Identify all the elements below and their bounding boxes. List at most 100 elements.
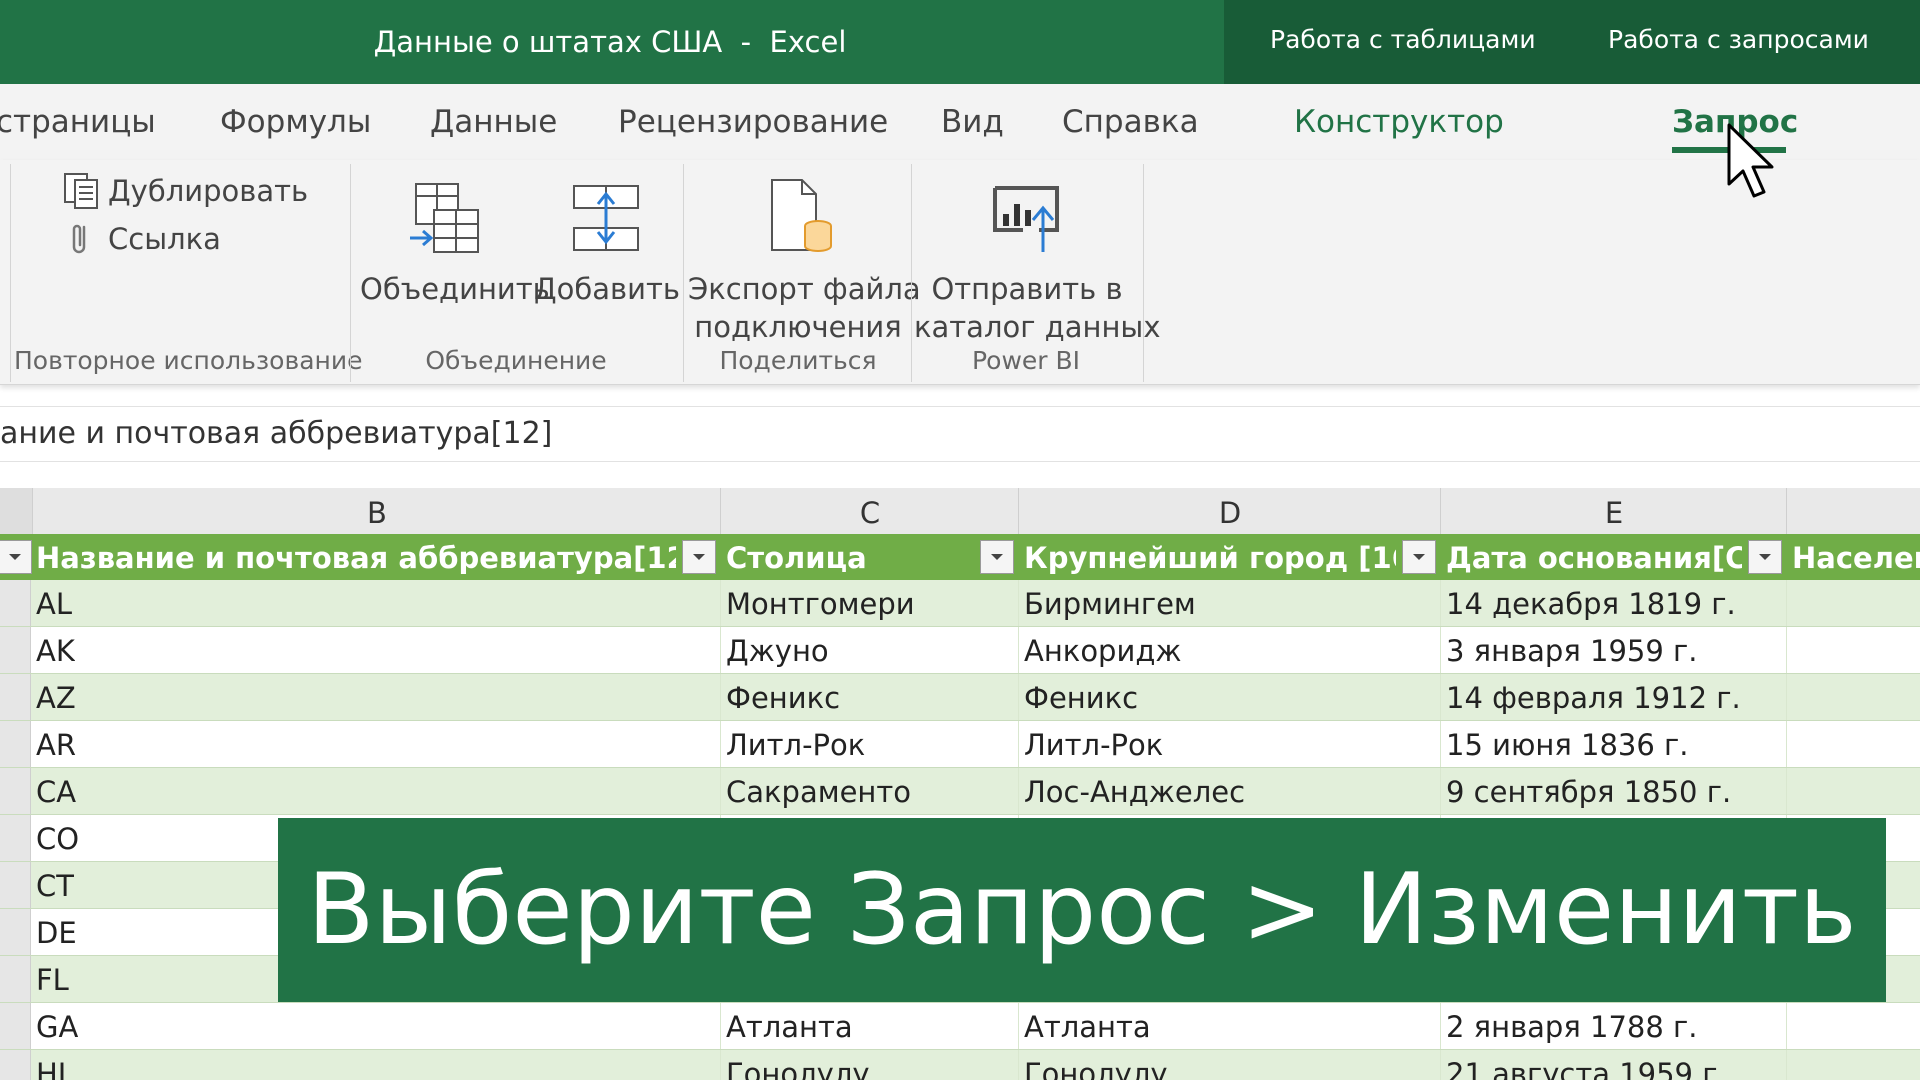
cell-largest-city[interactable]: Анкоридж (1024, 627, 1182, 673)
cell-largest-city[interactable]: Гонолулу (1024, 1050, 1168, 1080)
chevron-down-icon (691, 552, 707, 562)
cell-largest-city[interactable]: Атланта (1024, 1003, 1151, 1049)
reference-button[interactable]: Ссылка (62, 218, 221, 260)
tab-view[interactable]: Вид (941, 84, 1004, 160)
column-header-f[interactable] (1786, 488, 1920, 534)
group-separator (1143, 164, 1144, 382)
column-gridline (1018, 721, 1019, 767)
cell-capital[interactable]: Феникс (726, 674, 840, 720)
column-gridline (1440, 768, 1441, 814)
cell-founded[interactable]: 9 сентября 1850 г. (1446, 768, 1731, 814)
row-number-cell[interactable] (0, 815, 31, 861)
row-number-cell[interactable] (0, 674, 31, 720)
table-header-population: Населен (1792, 541, 1920, 575)
table-row: AL Монтгомери Бирмингем 14 декабря 1819 г. (0, 580, 1920, 627)
column-header-e[interactable]: E (1440, 488, 1787, 534)
cell-founded[interactable]: 15 июня 1836 г. (1446, 721, 1688, 767)
merge-label: Объединить (360, 272, 550, 306)
formula-bar[interactable]: ание и почтовая аббревиатура[12] (0, 406, 1920, 462)
filter-dropdown-button[interactable] (0, 540, 32, 574)
cell-largest-city[interactable]: Бирмингем (1024, 580, 1196, 626)
cell-abbreviation[interactable]: DE (36, 909, 77, 955)
row-number-cell[interactable] (0, 862, 31, 908)
cell-abbreviation[interactable]: GA (36, 1003, 78, 1049)
column-header-d[interactable]: D (1018, 488, 1441, 534)
cell-capital[interactable]: Джуно (726, 627, 829, 673)
tab-review[interactable]: Рецензирование (618, 84, 888, 160)
cell-abbreviation[interactable]: FL (36, 956, 69, 1002)
cell-founded[interactable]: 14 декабря 1819 г. (1446, 580, 1736, 626)
row-number-cell[interactable] (0, 627, 31, 673)
cell-capital[interactable]: Сакраменто (726, 768, 911, 814)
table-row: HI Гонолулу Гонолулу 21 августа 1959 г. (0, 1050, 1920, 1080)
column-header-b[interactable]: B (32, 488, 721, 534)
column-gridline (720, 1050, 721, 1080)
filter-dropdown-button[interactable] (980, 540, 1014, 574)
column-gridline (1440, 721, 1441, 767)
row-number-cell[interactable] (0, 956, 31, 1002)
cell-founded[interactable]: 3 января 1959 г. (1446, 627, 1697, 673)
group-label-share: Поделиться (719, 346, 877, 375)
row-number-cell[interactable] (0, 721, 31, 767)
column-gridline (1786, 1050, 1787, 1080)
cell-capital[interactable]: Литл-Рок (726, 721, 865, 767)
formula-bar-content[interactable]: ание и почтовая аббревиатура[12] (0, 407, 552, 461)
send-to-data-catalog-button[interactable]: Отправить в каталог данных (914, 160, 1161, 346)
row-number-cell[interactable] (0, 1003, 31, 1049)
cell-abbreviation[interactable]: HI (36, 1050, 66, 1080)
column-gridline (1440, 1003, 1441, 1049)
tab-formulas[interactable]: Формулы (220, 84, 371, 160)
column-header-bar: B C D E (0, 488, 1920, 535)
context-label-table-tools: Работа с таблицами (1270, 25, 1536, 54)
row-number-gutter (0, 488, 32, 534)
title-bar: Данные о штатах США - Excel Работа с таб… (0, 0, 1920, 84)
tab-design[interactable]: Конструктор (1294, 84, 1504, 160)
ribbon-tab-bar: страницы Формулы Данные Рецензирование В… (0, 84, 1920, 160)
cell-abbreviation[interactable]: CA (36, 768, 76, 814)
row-number-cell[interactable] (0, 909, 31, 955)
cell-abbreviation[interactable]: AR (36, 721, 76, 767)
tab-data[interactable]: Данные (430, 84, 557, 160)
cell-capital[interactable]: Монтгомери (726, 580, 915, 626)
duplicate-icon (62, 171, 102, 211)
merge-button[interactable]: Объединить (360, 160, 550, 308)
column-gridline (1786, 1003, 1787, 1049)
column-header-c[interactable]: C (720, 488, 1019, 534)
row-number-cell[interactable] (0, 580, 31, 626)
cell-capital[interactable]: Гонолулу (726, 1050, 870, 1080)
append-label: Добавить (534, 272, 680, 306)
filter-dropdown-button[interactable] (682, 540, 716, 574)
cell-abbreviation[interactable]: CO (36, 815, 79, 861)
cell-largest-city[interactable]: Литл-Рок (1024, 721, 1163, 767)
cell-largest-city[interactable]: Феникс (1024, 674, 1138, 720)
cell-founded[interactable]: 14 февраля 1912 г. (1446, 674, 1741, 720)
paperclip-icon (62, 219, 102, 259)
cell-abbreviation[interactable]: CT (36, 862, 74, 908)
table-row: CA Сакраменто Лос-Анджелес 9 сентября 1850 … (0, 768, 1920, 815)
filter-dropdown-button[interactable] (1402, 540, 1436, 574)
cell-abbreviation[interactable]: AZ (36, 674, 76, 720)
data-catalog-icon (914, 160, 1140, 256)
filter-dropdown-button[interactable] (1748, 540, 1782, 574)
export-connection-file-button[interactable]: Экспорт файла подключения (688, 160, 921, 346)
group-separator (683, 164, 684, 382)
column-gridline (1786, 721, 1787, 767)
cell-largest-city[interactable]: Лос-Анджелес (1024, 768, 1245, 814)
tab-page-layout[interactable]: страницы (0, 84, 156, 160)
column-gridline (1440, 1050, 1441, 1080)
cell-founded[interactable]: 2 января 1788 г. (1446, 1003, 1697, 1049)
row-number-cell[interactable] (0, 1050, 31, 1080)
row-number-cell[interactable] (0, 768, 31, 814)
append-button[interactable]: Добавить (534, 160, 680, 308)
cell-abbreviation[interactable]: AL (36, 580, 72, 626)
table-header-row: Название и почтовая аббревиатура[12]2 Ст… (0, 534, 1920, 580)
cell-founded[interactable]: 21 августа 1959 г. (1446, 1050, 1727, 1080)
tab-help[interactable]: Справка (1062, 84, 1199, 160)
contextual-tab-header: Работа с таблицами Работа с запросами (1224, 0, 1920, 84)
table-header-capital: Столица (726, 541, 867, 575)
cell-capital[interactable]: Атланта (726, 1003, 853, 1049)
duplicate-button[interactable]: Дублировать (62, 170, 308, 212)
mouse-pointer-icon (1726, 122, 1778, 202)
cell-abbreviation[interactable]: AK (36, 627, 75, 673)
group-separator (350, 164, 351, 382)
